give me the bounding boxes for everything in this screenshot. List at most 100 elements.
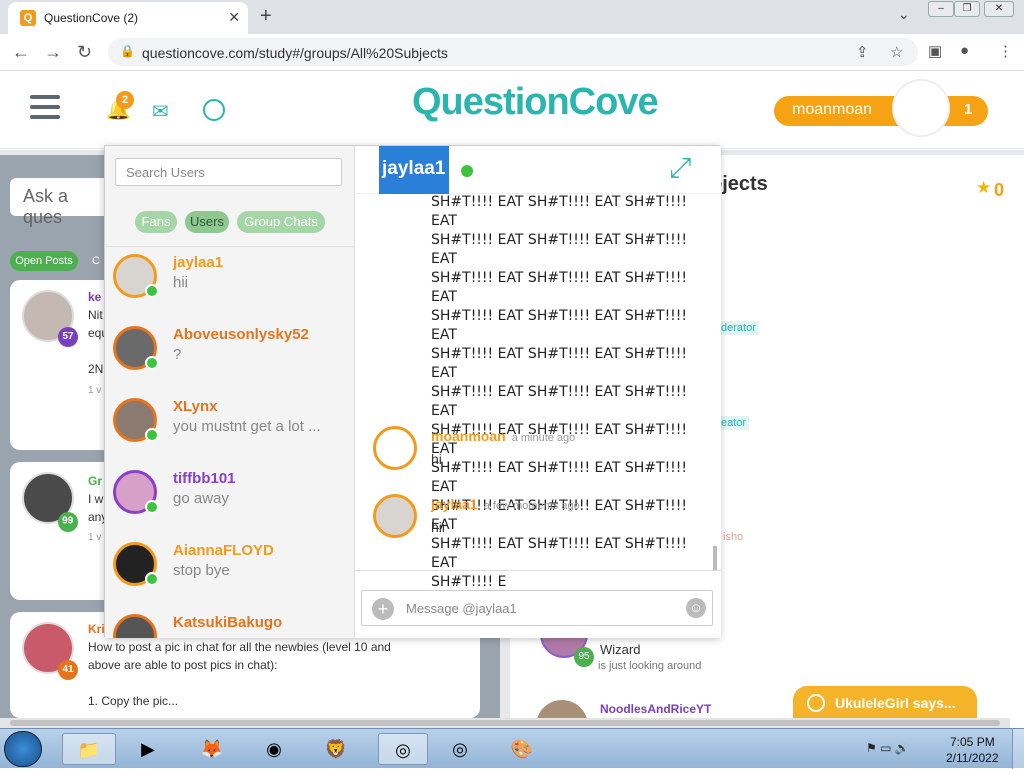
star-count: 0	[994, 180, 1005, 200]
avatar[interactable]	[892, 79, 950, 137]
chat-contact[interactable]: AiannaFLOYD stop bye	[105, 534, 354, 606]
message-author[interactable]: jaylaa1 a few moments ago	[431, 496, 580, 512]
chat-contact[interactable]: Aboveusonlysky52 ?	[105, 318, 354, 390]
notification-badge: 2	[116, 91, 134, 109]
message-text: hii	[431, 519, 446, 535]
file-explorer-icon[interactable]: 📁	[62, 733, 116, 765]
avatar[interactable]	[373, 426, 417, 470]
member-name[interactable]: NoodlesAndRiceYT	[600, 702, 711, 716]
chat-notification-popup[interactable]: UkuleleGirl says...	[793, 686, 977, 720]
bookmark-star-icon[interactable]: ☆	[890, 43, 903, 61]
post-meta: 1 v	[88, 532, 102, 543]
online-indicator	[145, 500, 159, 514]
forward-icon[interactable]: →	[44, 42, 62, 63]
sidebar-icon[interactable]: ▣	[928, 42, 942, 60]
url-field[interactable]: 🔒 questioncove.com/study#/groups/All%20S…	[108, 38, 918, 66]
brave-icon[interactable]: 🦁	[316, 733, 356, 765]
contact-last-message: stop bye	[173, 562, 230, 579]
contact-last-message: go away	[173, 490, 229, 507]
member-status: is just looking around	[598, 660, 702, 672]
close-window-button[interactable]: ✕	[984, 1, 1014, 17]
message-timestamp: a few moments ago	[483, 500, 580, 512]
role-tag: isho	[723, 531, 744, 543]
minimize-button[interactable]: –	[928, 1, 954, 17]
emoji-icon[interactable]: ☺	[686, 598, 706, 618]
chat-contact[interactable]: tiffbb101 go away	[105, 462, 354, 534]
browser-menu-icon[interactable]: ⋮	[998, 42, 1013, 60]
post-line: 2N	[88, 362, 104, 376]
show-desktop-button[interactable]	[1012, 729, 1024, 769]
clock-date[interactable]: 2/11/2022	[946, 751, 999, 765]
level-badge: 41	[58, 660, 78, 680]
profile-icon[interactable]	[203, 99, 225, 121]
chat-partner-name[interactable]: jaylaa1	[379, 146, 450, 194]
tab-closed-posts[interactable]: C	[92, 255, 100, 267]
contact-name: tiffbb101	[173, 470, 236, 487]
paint-icon[interactable]: 🎨	[502, 733, 542, 765]
user-points: 1	[964, 101, 973, 118]
post-author[interactable]: Kri	[88, 622, 105, 636]
filter-group-chats[interactable]: Group Chats	[237, 211, 325, 233]
chromium-icon[interactable]: ◎	[440, 733, 480, 765]
site-header: 🔔 2 ✉ QuestionCove moanmoan 1	[0, 71, 1024, 149]
tab-open-posts[interactable]: Open Posts	[10, 251, 78, 271]
scrollbar-thumb[interactable]	[10, 720, 1000, 726]
chat-contact[interactable]: jaylaa1 hii	[105, 246, 354, 318]
online-indicator	[461, 165, 473, 177]
expand-icon[interactable]: ⤢	[669, 152, 691, 185]
filter-fans[interactable]: Fans	[135, 211, 177, 233]
share-icon[interactable]: ⇪	[856, 43, 869, 61]
message-line: SH#T!!!! EAT SH#T!!!! EAT SH#T!!!! EAT	[431, 308, 688, 343]
filter-users[interactable]: Users	[185, 211, 229, 233]
system-tray-icons[interactable]: ⚑ ▭ 🔊	[866, 741, 910, 755]
media-player-icon[interactable]: ▶	[128, 733, 168, 765]
hamburger-menu-icon[interactable]	[30, 95, 60, 119]
message-author[interactable]: moanmoan a minute ago	[431, 428, 575, 444]
message-line: SH#T!!!! EAT SH#T!!!! EAT SH#T!!!! EAT	[431, 460, 688, 495]
message-input[interactable]: + Message @jaylaa1 ☺	[361, 590, 713, 626]
chat-contacts-panel: Search Users Fans Users Group Chats jayl…	[105, 146, 355, 638]
chat-contact[interactable]: XLynx you mustnt get a lot ...	[105, 390, 354, 462]
edge-icon[interactable]: ◉	[254, 733, 294, 765]
chevron-down-icon[interactable]: ⌄	[898, 6, 910, 23]
post-author[interactable]: Gr	[88, 474, 102, 488]
close-tab-icon[interactable]: ✕	[228, 9, 240, 26]
chat-contact[interactable]: KatsukiBakugo	[105, 606, 354, 638]
start-button[interactable]	[4, 731, 42, 767]
new-tab-icon[interactable]: +	[260, 5, 272, 28]
level-badge: 57	[58, 327, 78, 347]
star-icon: ★	[976, 178, 992, 197]
chat-scrollbar[interactable]	[713, 546, 717, 570]
message-placeholder: Message @jaylaa1	[406, 601, 517, 616]
back-icon[interactable]: ←	[12, 42, 30, 63]
lock-icon: 🔒	[120, 44, 135, 58]
chrome-icon[interactable]: ◎	[378, 733, 428, 765]
reload-icon[interactable]: ↻	[77, 42, 92, 63]
contact-name: Aboveusonlysky52	[173, 326, 309, 343]
questioncove-logo[interactable]: QuestionCove	[412, 81, 659, 124]
user-pill[interactable]: moanmoan 1	[774, 79, 988, 137]
questioncove-favicon-icon: Q	[20, 10, 36, 26]
username: moanmoan	[792, 101, 873, 118]
browser-tab[interactable]: Q QuestionCove (2) ✕	[8, 2, 248, 34]
profile-avatar-icon[interactable]: ●	[960, 42, 969, 59]
search-users-input[interactable]: Search Users	[115, 158, 342, 186]
page-horizontal-scrollbar[interactable]	[0, 718, 1010, 728]
post-line: above are able to post pics in chat):	[88, 658, 278, 672]
online-indicator	[145, 284, 159, 298]
member-role: Wizard	[600, 642, 641, 657]
contact-name: XLynx	[173, 398, 218, 415]
role-tag: eator	[718, 416, 750, 430]
contact-name: AiannaFLOYD	[173, 542, 274, 559]
contact-last-message: you mustnt get a lot ...	[173, 418, 321, 435]
post-line: 1. Copy the pic...	[88, 694, 179, 708]
avatar[interactable]	[373, 494, 417, 538]
restore-button[interactable]: ❐	[954, 1, 980, 17]
mail-icon[interactable]: ✉	[152, 99, 169, 124]
firefox-icon[interactable]: 🦊	[192, 733, 232, 765]
post-author[interactable]: ke	[88, 290, 101, 304]
level-badge: 95	[574, 647, 594, 667]
clock-time[interactable]: 7:05 PM	[950, 735, 995, 749]
online-indicator	[145, 572, 159, 586]
plus-icon[interactable]: +	[372, 598, 394, 620]
